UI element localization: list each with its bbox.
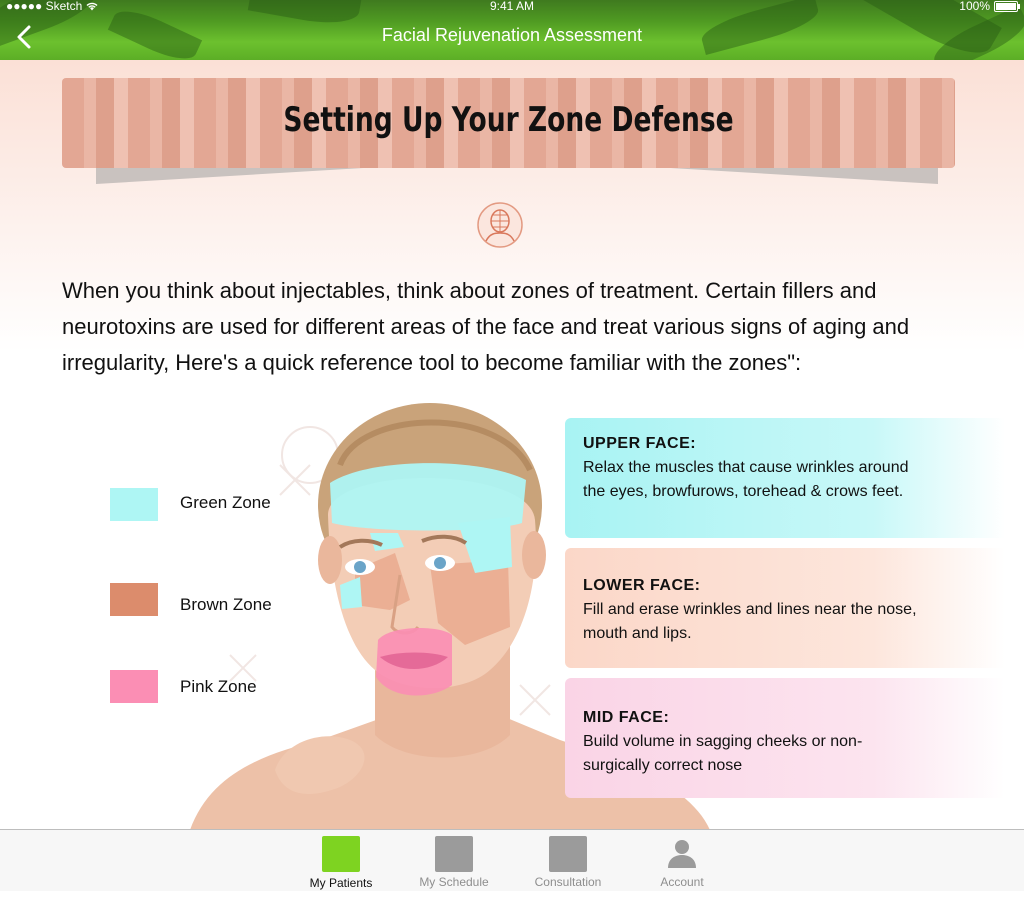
navigation-bar: ●●●●● Sketch 9:41 AM 100% Facial Rejuven… [0,0,1024,60]
nav-title: Facial Rejuvenation Assessment [381,25,643,45]
tab-bar: My Patients My Schedule Consultation Acc… [0,829,1024,892]
face-zone-icon [477,202,523,248]
consultation-icon [549,836,587,872]
upper-face-title: UPPER FACE: [583,435,697,452]
pink-zone-swatch [110,670,158,703]
mid-face-card: MID FACE: Build volume in sagging cheeks… [565,678,1005,798]
lower-face-card: LOWER FACE: Fill and erase wrinkles and … [565,548,1005,668]
lower-face-body: Fill and erase wrinkles and lines near t… [583,601,917,642]
schedule-icon [435,836,473,872]
brown-zone-label: Brown Zone [180,595,272,614]
lower-face-title: LOWER FACE: [583,577,701,594]
tab-consultation[interactable]: Consultation [513,830,623,892]
upper-face-body: Relax the muscles that cause wrinkles ar… [583,459,909,500]
status-time: 9:41 AM [489,0,535,13]
mid-face-title: MID FACE: [583,709,670,726]
tab-label: Account [660,875,704,889]
intro-paragraph: When you think about injectables, think … [62,278,910,375]
green-zone-label: Green Zone [180,493,271,512]
patients-icon [322,836,360,872]
page-title: Setting Up Your Zone Defense [283,100,734,140]
green-zone-swatch [110,488,158,521]
bottom-strip [0,891,1024,902]
battery-icon [994,0,1020,12]
pink-zone-label: Pink Zone [180,677,257,696]
mid-face-body: Build volume in sagging cheeks or non-su… [583,733,863,774]
tab-label: My Patients [309,876,373,890]
status-bar: ●●●●● Sketch 9:41 AM 100% [0,0,1024,14]
tab-label: Consultation [534,875,602,889]
tab-label: My Schedule [419,875,489,889]
account-icon [668,840,696,868]
tab-my-patients[interactable]: My Patients [286,830,396,892]
brown-zone-swatch [110,583,158,616]
tab-my-schedule[interactable]: My Schedule [399,830,509,892]
tab-account[interactable]: Account [627,830,737,892]
battery-percent: 100% [959,0,990,13]
upper-face-card: UPPER FACE: Relax the muscles that cause… [565,418,1005,538]
